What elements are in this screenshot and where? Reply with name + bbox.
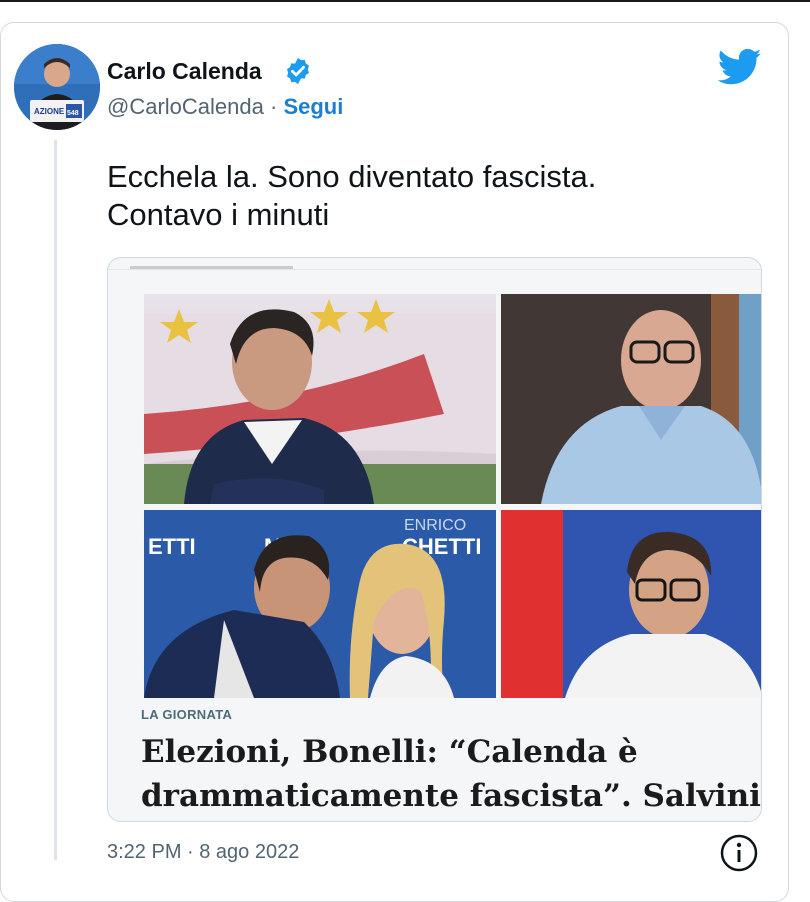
article-headline[interactable]: Elezioni, Bonelli: “Calenda è drammatica… xyxy=(141,730,761,818)
photo-salvini-meloni: ENRICO ETTI MI CHETTI xyxy=(144,510,496,698)
avatar-badge-text: AZIONE xyxy=(34,107,65,116)
card-divider xyxy=(108,269,761,270)
follow-button[interactable]: Segui xyxy=(283,94,343,119)
tweet-text-line: Ecchela la. Sono diventato fascista. xyxy=(107,159,597,194)
bg-banner-text: ENRICO xyxy=(404,517,466,534)
photo-conte xyxy=(144,294,496,504)
thread-line xyxy=(54,140,57,860)
tweet-text-line: Contavo i minuti xyxy=(107,197,330,232)
twitter-bird-icon[interactable] xyxy=(718,48,762,86)
window-top-border xyxy=(0,0,810,2)
avatar-image: AZIONE 548 xyxy=(14,44,100,130)
author-handle-row: @CarloCalenda · Segui xyxy=(107,94,343,120)
handle-separator: · xyxy=(269,94,278,119)
author-handle[interactable]: @CarloCalenda xyxy=(107,94,264,119)
headline-line: drammaticamente fascista”. Salvini xyxy=(141,778,761,814)
avatar-badge-number: 548 xyxy=(67,110,79,117)
article-section-label: LA GIORNATA xyxy=(141,707,233,722)
author-avatar[interactable]: AZIONE 548 xyxy=(14,44,100,130)
verified-badge-icon xyxy=(287,57,309,85)
info-icon[interactable] xyxy=(719,833,759,873)
link-preview-card[interactable]: ENRICO ETTI MI CHETTI LA GIORNATA Elezio… xyxy=(107,257,762,822)
tweet-timestamp[interactable]: 3:22 PM · 8 ago 2022 xyxy=(107,841,299,864)
tweet-text: Ecchela la. Sono diventato fascista. Con… xyxy=(107,158,596,234)
bg-banner-text: ETTI xyxy=(148,534,196,559)
author-name[interactable]: Carlo Calenda xyxy=(107,58,262,85)
photo-calenda xyxy=(501,510,761,698)
headline-line: Elezioni, Bonelli: “Calenda è xyxy=(141,734,638,770)
photo-letta xyxy=(501,294,761,504)
